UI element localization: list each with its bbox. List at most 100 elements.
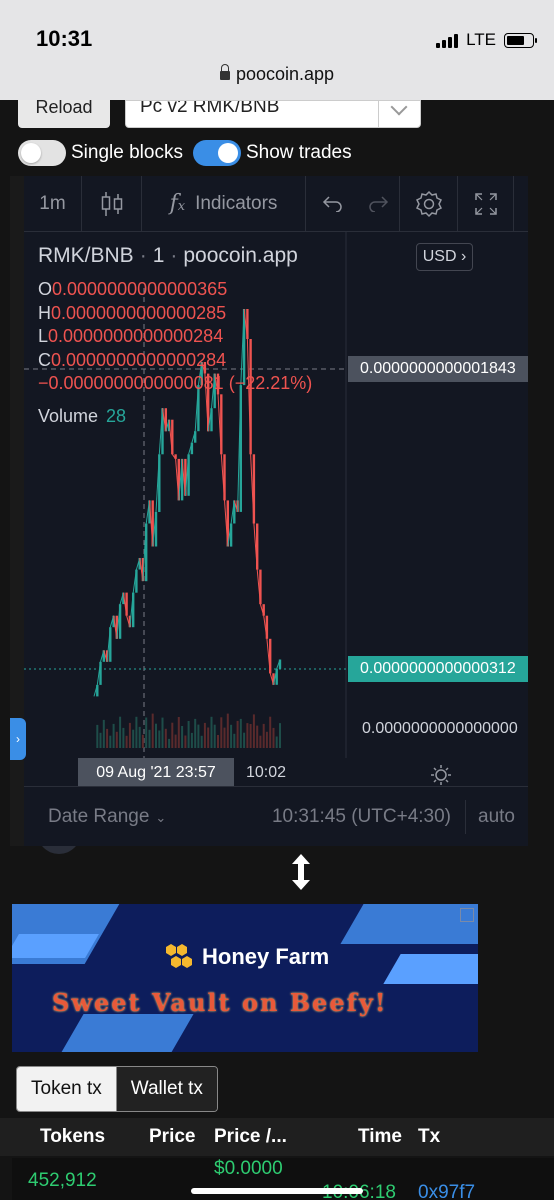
date-range-button[interactable]: Date Range ⌄: [48, 806, 244, 828]
high-price-marker: 0.0000000000001843: [348, 356, 528, 382]
volume-bar: [259, 735, 262, 748]
network-type: LTE: [466, 30, 496, 49]
last-price-marker: 0.0000000000000312: [348, 656, 528, 682]
legend-open: O0.0000000000000365: [38, 279, 228, 299]
candle-style-button[interactable]: [82, 175, 142, 232]
pair-select-value: Pc v2 RMK/BNB: [140, 100, 280, 117]
cell-tx-hash[interactable]: 0x97f7: [418, 1182, 475, 1200]
col-tx[interactable]: Tx: [418, 1126, 440, 1148]
redo-button[interactable]: [358, 175, 400, 232]
volume-bar: [233, 733, 236, 748]
volume-bar: [239, 718, 242, 748]
col-price[interactable]: Price: [149, 1126, 195, 1148]
legend-volume: Volume 28: [38, 405, 127, 426]
volume-bar: [210, 716, 213, 748]
single-blocks-toggle[interactable]: [18, 140, 66, 166]
volume-bar: [184, 735, 187, 748]
volume-bar: [168, 738, 171, 748]
volume-bar: [158, 730, 161, 748]
function-icon: fx: [169, 191, 186, 216]
show-trades-toggle[interactable]: [193, 140, 241, 166]
volume-bar: [125, 735, 128, 748]
status-time: 10:31: [36, 26, 93, 51]
ad-brand-text: Honey Farm: [202, 944, 330, 969]
resize-handle[interactable]: [288, 852, 314, 897]
volume-bar: [177, 717, 180, 748]
volume-bar: [99, 732, 102, 748]
theme-toggle-icon[interactable]: [430, 764, 452, 786]
auto-scale-button[interactable]: auto: [478, 806, 515, 828]
volume-bar: [138, 726, 141, 748]
reload-button[interactable]: Reload: [18, 100, 110, 128]
volume-bar: [135, 716, 138, 748]
chart-toolbar: 1m fx Indicators: [24, 175, 528, 232]
volume-bar: [96, 724, 99, 748]
volume-bar: [256, 725, 259, 748]
tx-tabs: Token tx Wallet tx: [16, 1066, 218, 1112]
volume-bar: [197, 724, 200, 748]
volume-bar: [213, 724, 216, 748]
col-tokens[interactable]: Tokens: [40, 1126, 105, 1148]
timezone-clock[interactable]: 10:31:45 (UTC+4:30): [244, 799, 466, 834]
fullscreen-icon: [474, 192, 497, 215]
col-price-per[interactable]: Price /...: [214, 1126, 287, 1148]
volume-bar: [187, 721, 190, 748]
candlestick-icon: [101, 191, 122, 216]
currency-select[interactable]: USD ›: [416, 243, 473, 271]
pair-select[interactable]: Pc v2 RMK/BNB: [125, 100, 421, 128]
gear-icon: [415, 190, 442, 217]
volume-bar: [102, 719, 105, 748]
chart-plot-area[interactable]: RMK/BNB · 1 · poocoin.app O0.000000000000036…: [24, 232, 528, 782]
lock-icon: [219, 64, 230, 80]
volume-bar: [269, 716, 272, 748]
address-bar[interactable]: poocoin.app: [0, 64, 554, 85]
volume-bar: [132, 729, 135, 748]
legend-change: −0.0000000000000081 (−22.21%): [38, 373, 313, 393]
col-time[interactable]: Time: [358, 1126, 402, 1148]
ad-brand: Honey Farm: [162, 942, 329, 972]
chart-legend: RMK/BNB · 1 · poocoin.app O0.000000000000036…: [38, 244, 312, 427]
show-trades-label: Show trades: [246, 142, 352, 163]
volume-bar: [223, 727, 226, 748]
chart-footer: Date Range ⌄ 10:31:45 (UTC+4:30) auto: [24, 786, 528, 846]
expand-sidebar-tab[interactable]: ›: [10, 718, 26, 760]
indicators-button[interactable]: fx Indicators: [142, 175, 306, 232]
volume-bar: [226, 713, 229, 748]
ad-headline: Sweet Vault on Beefy!: [52, 988, 388, 1017]
ad-banner[interactable]: Honey Farm Sweet Vault on Beefy!: [12, 904, 478, 1052]
cell-price-per: $0.0000: [214, 1158, 283, 1179]
volume-bar: [151, 713, 154, 748]
volume-bar: [265, 731, 268, 748]
tab-token-tx[interactable]: Token tx: [17, 1067, 116, 1111]
legend-title: RMK/BNB · 1 · poocoin.app: [38, 244, 298, 267]
volume-bar: [243, 732, 246, 748]
volume-bar: [148, 729, 151, 748]
chart-controls: Reload Pc v2 RMK/BNB Single blocks Show …: [0, 100, 554, 176]
vertical-arrows-icon: [292, 854, 310, 890]
volume-bar: [141, 734, 144, 748]
undo-button[interactable]: [306, 176, 358, 232]
volume-bar: [174, 734, 177, 748]
single-blocks-label: Single blocks: [71, 142, 183, 163]
chevron-down-icon: [378, 101, 420, 127]
volume-bar: [272, 727, 275, 748]
volume-bar: [145, 717, 148, 748]
volume-bar: [246, 723, 249, 748]
volume-bar: [181, 726, 184, 748]
volume-bar: [164, 728, 167, 748]
volume-bar: [190, 732, 193, 748]
fullscreen-button[interactable]: [458, 175, 514, 232]
volume-bar: [200, 735, 203, 748]
volume-bar: [262, 723, 265, 748]
legend-low: L0.0000000000000284: [38, 326, 224, 346]
browser-chrome: 10:31 LTE poocoin.app: [0, 0, 554, 100]
battery-icon: [504, 32, 537, 48]
tab-wallet-tx[interactable]: Wallet tx: [115, 1067, 217, 1111]
settings-button[interactable]: [400, 175, 458, 232]
ad-choices-icon[interactable]: [460, 908, 474, 922]
volume-bar: [207, 727, 210, 748]
volume-bar: [217, 735, 219, 748]
interval-button[interactable]: 1m: [24, 175, 82, 232]
price-axis-zero-label: 0.0000000000000000: [362, 720, 518, 737]
time-axis-tick: 10:02: [246, 764, 287, 781]
